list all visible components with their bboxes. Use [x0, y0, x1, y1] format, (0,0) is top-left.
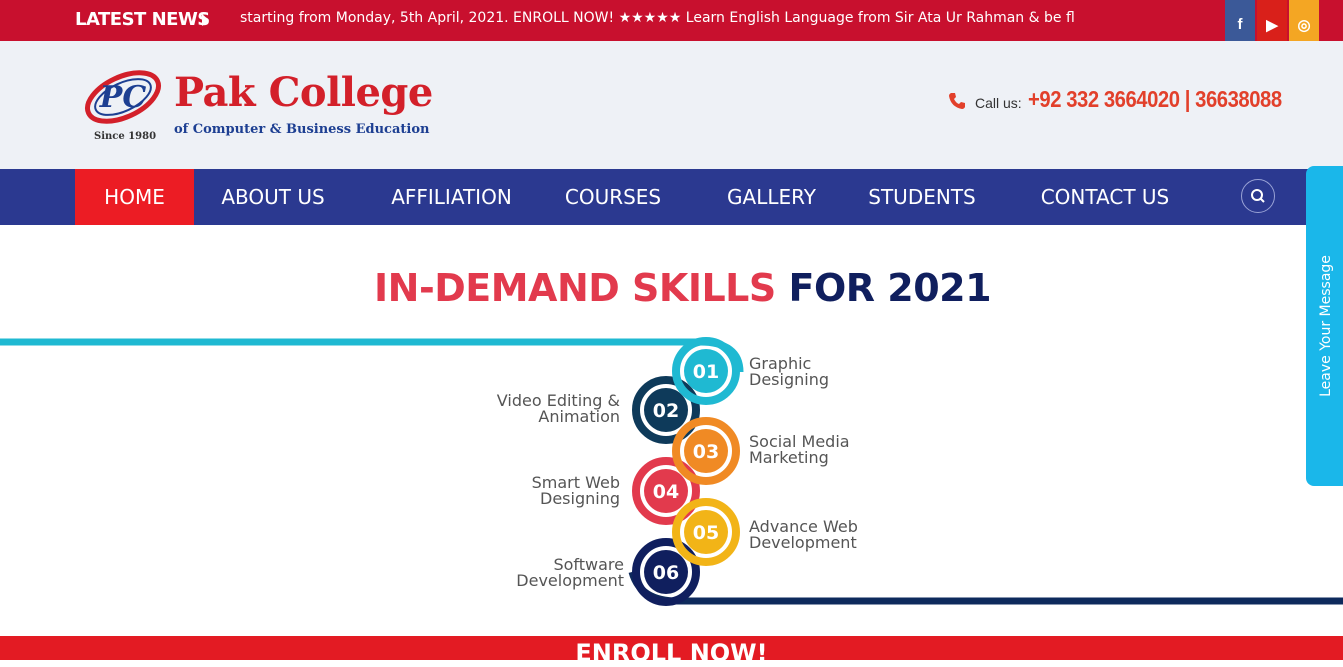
skill-label-03: Social Media Marketing — [749, 434, 850, 466]
since-label: Since 1980 — [94, 131, 157, 142]
disc-06 — [644, 550, 688, 594]
skill-num-02: 02 — [653, 400, 679, 422]
main-nav: HOME ABOUT US AFFILIATION COURSES GALLER… — [0, 169, 1343, 225]
nav-about-us[interactable]: ABOUT US — [214, 169, 332, 225]
call-us-label: Call us: — [975, 95, 1022, 111]
cyan-top-line — [0, 338, 744, 373]
ring-03 — [672, 417, 740, 485]
skill-num-03: 03 — [693, 441, 719, 463]
site-title[interactable]: Pak College — [174, 69, 433, 116]
leave-message-label[interactable]: Leave Your Message — [1318, 255, 1334, 397]
banner-title-red: IN-DEMAND SKILLS — [374, 266, 789, 310]
news-ticker[interactable]: starting from Monday, 5th April, 2021. E… — [240, 0, 1074, 41]
ring-06 — [632, 538, 700, 606]
play-arrow-icon — [202, 14, 209, 26]
nav-gallery[interactable]: GALLERY — [720, 169, 823, 225]
skill-label-06: Software Development — [470, 557, 624, 589]
skill-num-04: 04 — [653, 481, 679, 503]
skill-label-01: Graphic Designing — [749, 356, 829, 388]
banner-title-navy: FOR 2021 — [788, 266, 992, 310]
ring-04 — [632, 457, 700, 525]
skill-label-04: Smart Web Designing — [470, 475, 620, 507]
disc-02 — [644, 388, 688, 432]
skill-02-line2: Animation — [538, 407, 620, 426]
ring-05 — [672, 498, 740, 566]
skill-label-05: Advance Web Development — [749, 519, 858, 551]
latest-news-label: LATEST NEWS — [75, 9, 210, 30]
logo-monogram: PC — [99, 80, 147, 115]
disc-01 — [684, 349, 728, 393]
nav-contact-us[interactable]: CONTACT US — [1034, 169, 1176, 225]
search-icon — [1251, 189, 1265, 203]
skill-04-line2: Designing — [540, 489, 620, 508]
skill-05-line2: Development — [749, 533, 857, 552]
nav-courses[interactable]: COURSES — [558, 169, 668, 225]
skill-03-line2: Marketing — [749, 448, 829, 467]
leave-message-label-wrap[interactable]: Leave Your Message — [1306, 166, 1343, 486]
banner-title: IN-DEMAND SKILLS FOR 2021 — [374, 266, 992, 310]
nav-home[interactable]: HOME — [75, 169, 194, 225]
nav-affiliation[interactable]: AFFILIATION — [384, 169, 519, 225]
enroll-now-label[interactable]: ENROLL NOW! — [0, 639, 1343, 667]
navy-bottom-line — [628, 570, 1343, 605]
ring-01 — [672, 337, 740, 405]
skill-label-02: Video Editing & Animation — [470, 393, 620, 425]
skill-01-line2: Designing — [749, 370, 829, 389]
disc-05 — [684, 510, 728, 554]
search-button[interactable] — [1241, 179, 1275, 213]
disc-03 — [684, 429, 728, 473]
skill-06-line2: Development — [516, 571, 624, 590]
phone-number[interactable]: +92 332 3664020 | 36638088 — [1028, 86, 1282, 113]
disc-04 — [644, 469, 688, 513]
site-subtitle: of Computer & Business Education — [174, 122, 430, 137]
ring-02 — [632, 376, 700, 444]
skill-num-06: 06 — [653, 562, 679, 584]
skill-num-05: 05 — [693, 522, 719, 544]
nav-students[interactable]: STUDENTS — [862, 169, 982, 225]
skill-num-01: 01 — [693, 361, 719, 383]
phone-icon — [949, 93, 965, 109]
logo-icon[interactable]: PC — [78, 64, 168, 130]
